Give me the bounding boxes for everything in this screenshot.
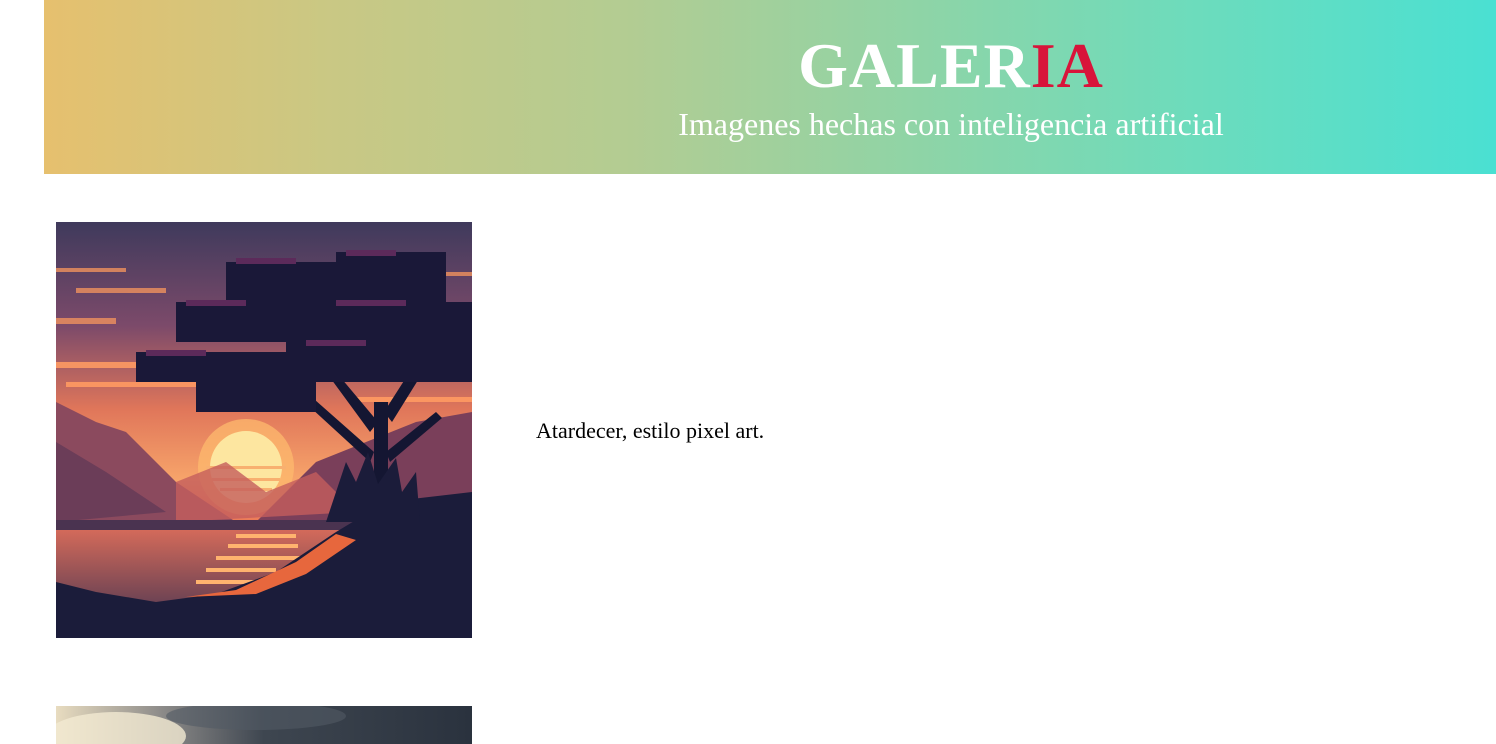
gallery-caption: Atardecer, estilo pixel art. [536, 418, 765, 443]
site-subtitle: Imagenes hechas con inteligencia artific… [678, 106, 1224, 142]
gallery-item: Atardecer, estilo pixel art. [56, 222, 1496, 638]
gallery-image-clouds [56, 706, 472, 744]
site-header: GALERIA Imagenes hechas con inteligencia… [44, 0, 1496, 174]
site-title-accent: IA [1030, 30, 1104, 101]
gallery-item [56, 706, 1496, 744]
site-title: GALERIA [44, 28, 1496, 104]
gallery-image-sunset [56, 222, 472, 638]
site-title-main: GALER [798, 30, 1031, 101]
